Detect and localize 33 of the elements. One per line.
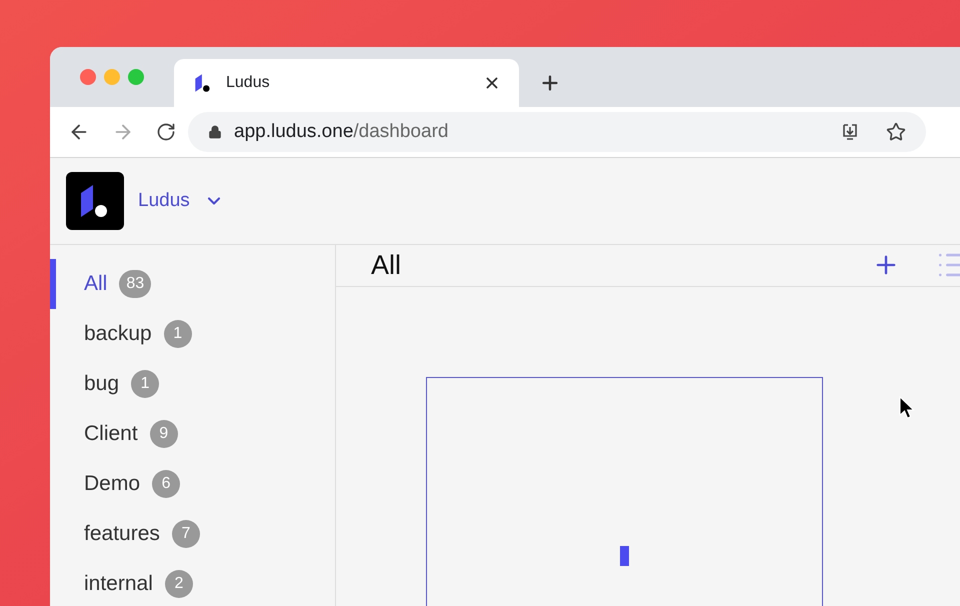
count-badge: 9 [150,420,178,448]
workspace-switcher[interactable]: Ludus [138,186,224,216]
browser-tab[interactable]: Ludus [174,59,519,107]
sidebar-item-label: backup [84,322,152,346]
bookmark-star-icon[interactable] [886,122,906,142]
sidebar-item[interactable]: Client 9 [50,409,335,459]
url-text: app.ludus.one/dashboard [234,120,450,144]
count-badge: 1 [131,370,160,398]
sidebar-item-label: bug [84,372,120,396]
sidebar-item-label: All [84,272,108,296]
count-badge: 83 [119,270,152,298]
sidebar-item[interactable]: All 83 [50,259,335,309]
mouse-cursor-icon [899,396,915,420]
sidebar-item-label: Client [84,422,138,446]
lock-icon [208,125,222,139]
sidebar-item-label: Demo [84,472,140,496]
count-badge: 7 [172,520,200,548]
sidebar-item-label: internal [84,572,153,596]
download-icon[interactable] [840,122,860,142]
address-bar[interactable]: app.ludus.one/dashboard [188,112,926,152]
count-badge: 2 [164,570,193,598]
sidebar-item[interactable]: backup 1 [50,309,335,359]
reload-icon[interactable] [156,122,176,142]
count-badge: 1 [164,320,192,348]
sidebar-item[interactable]: bug 1 [50,359,335,409]
sidebar-item-label: features [84,522,160,546]
sidebar-item[interactable]: Demo 6 [50,459,335,509]
bar-mark [620,546,629,566]
count-badge: 6 [152,470,180,498]
tab-title: Ludus [226,73,271,93]
sidebar-item[interactable]: features 7 [50,509,335,559]
page-title: All [371,249,402,282]
sidebar-item[interactable]: internal 2 [50,559,335,606]
